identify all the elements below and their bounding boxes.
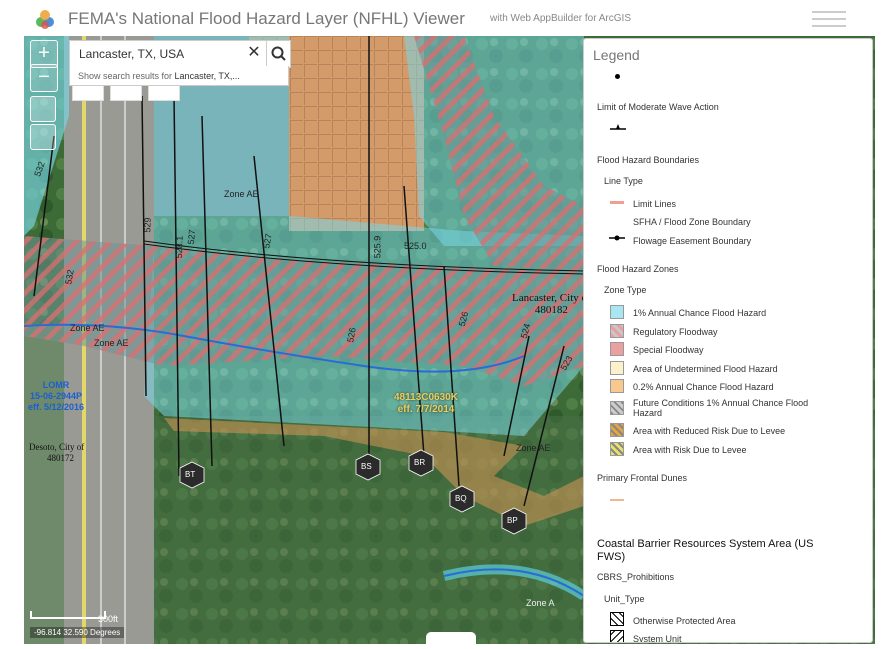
legend-item-label: Area with Reduced Risk Due to Levee — [633, 426, 786, 436]
legend-item-label: Limit Lines — [633, 199, 677, 209]
suggestion-prefix: Show search results for — [78, 71, 175, 81]
swatch-otherwise-protected-icon — [610, 612, 624, 626]
lomr-case: 15-06-2944P — [30, 391, 83, 401]
legend-heading: Flood Hazard Boundaries — [597, 155, 700, 165]
app-subtitle: with Web AppBuilder for ArcGIS — [490, 13, 631, 24]
panel-effective: eff. 7/7/2014 — [397, 404, 455, 415]
legend-item-label: Area of Undetermined Flood Hazard — [633, 364, 778, 374]
panel-id: 48113C0630K — [394, 392, 458, 403]
zone-label: Zone AE — [516, 443, 551, 453]
community-label-lancaster: Lancaster, City of 480182 — [512, 292, 591, 316]
swatch-future-conditions-icon — [610, 401, 624, 415]
legend-subheading: CBRS_Prohibitions — [597, 572, 675, 582]
clear-search-icon[interactable]: ✕ — [244, 43, 264, 63]
bfe-label: 528.1 — [173, 235, 185, 259]
community-id: 480182 — [534, 304, 568, 316]
community-name: Lancaster, City of — [512, 292, 591, 304]
swatch-floodway-icon — [610, 324, 624, 338]
swatch-02pct-icon — [610, 379, 624, 393]
zone-label: Zone AE — [224, 189, 259, 199]
legend-subheading: Unit_Type — [604, 594, 645, 604]
search-suggestion[interactable]: Show search results for Lancaster, TX,..… — [69, 66, 289, 86]
flowage-easement-line-icon — [609, 235, 625, 241]
search-button[interactable] — [266, 41, 291, 67]
legend-subheading: Line Type — [604, 176, 643, 186]
legend-item-label: Flowage Easement Boundary — [633, 236, 752, 246]
bfe-label: 525.0 — [404, 241, 427, 251]
search-icon — [271, 46, 286, 61]
widget-tab[interactable] — [72, 86, 104, 101]
legend-heading: Primary Frontal Dunes — [597, 473, 688, 483]
legend-heading: Flood Hazard Zones — [597, 264, 679, 274]
legend-heading: Limit of Moderate Wave Action — [597, 102, 719, 112]
zoom-out-button[interactable]: − — [30, 64, 58, 92]
menu-icon[interactable] — [812, 6, 846, 28]
community-label-desoto: Desoto, City of 480172 — [29, 442, 84, 464]
legend-title: Legend — [593, 47, 640, 63]
swatch-system-unit-icon — [610, 630, 624, 642]
xs-label: BP — [507, 516, 518, 525]
wave-limit-line-icon — [610, 124, 626, 130]
app-header: FEMA's National Flood Hazard Layer (NFHL… — [0, 0, 885, 36]
swatch-special-floodway-icon — [610, 342, 624, 356]
zone-label: Zone AE — [70, 323, 105, 333]
community-name: Desoto, City of — [29, 442, 85, 452]
legend-item-label: 1% Annual Chance Flood Hazard — [633, 308, 767, 318]
swatch-reduced-risk-levee-icon — [610, 423, 624, 437]
swatch-1pct-icon — [610, 305, 624, 319]
legend-item-label: Future Conditions 1% Annual Chance Flood… — [633, 398, 809, 418]
legend-item-label: SFHA / Flood Zone Boundary — [633, 217, 751, 227]
legend-item-label: 0.2% Annual Chance Flood Hazard — [633, 382, 774, 392]
bfe-label: 525.9 — [372, 235, 383, 259]
app-title: FEMA's National Flood Hazard Layer (NFHL… — [68, 9, 465, 28]
limit-line-icon — [610, 201, 624, 204]
legend-item-label: Area with Risk Due to Levee — [633, 445, 747, 455]
coordinate-readout: -96.814 32.590 Degrees — [30, 627, 125, 638]
legend-panel: Legend Limit of Moderate Wave Action Flo… — [583, 38, 873, 643]
scale-bar — [30, 611, 106, 619]
point-symbol-icon — [615, 74, 620, 79]
scale-label: 300ft — [98, 614, 119, 624]
lomr-effective: eff. 5/12/2016 — [28, 402, 85, 412]
locate-button[interactable] — [30, 124, 56, 150]
app-logo-icon — [36, 10, 54, 29]
xs-label: BQ — [455, 494, 467, 503]
legend-item-label: Otherwise Protected Area — [633, 616, 736, 626]
community-id: 480172 — [47, 453, 74, 463]
widget-tab[interactable] — [148, 86, 180, 101]
widget-tab[interactable] — [110, 86, 142, 101]
lomr-label[interactable]: LOMR 15-06-2944P eff. 5/12/2016 — [28, 380, 84, 413]
legend-item-label: Special Floodway — [633, 345, 704, 355]
search-input[interactable] — [70, 41, 251, 67]
legend-item-label: Regulatory Floodway — [633, 327, 718, 337]
legend-subheading: Zone Type — [604, 285, 647, 295]
legend-item-label: System Unit — [633, 634, 682, 643]
firm-panel-label: 48113C0630K eff. 7/7/2014 — [394, 392, 458, 416]
xs-label: BT — [185, 470, 196, 479]
lomr-title: LOMR — [42, 380, 70, 390]
search-box: ✕ — [69, 40, 291, 68]
suggestion-query: Lancaster, TX,... — [174, 71, 240, 81]
zone-label: Zone AE — [94, 338, 129, 348]
legend-section-title: Coastal Barrier Resources System Area (U… — [597, 538, 814, 563]
home-button[interactable] — [30, 96, 56, 122]
swatch-undetermined-icon — [610, 361, 624, 375]
bfe-label: 529 — [142, 217, 153, 233]
xs-label: BR — [414, 458, 426, 467]
xs-label: BS — [361, 462, 372, 471]
swatch-risk-levee-icon — [610, 442, 624, 456]
attribute-table-tab[interactable] — [426, 632, 476, 644]
bfe-label: 527 — [185, 229, 198, 245]
zone-label: Zone A — [526, 598, 555, 608]
dune-line-icon — [610, 499, 624, 501]
